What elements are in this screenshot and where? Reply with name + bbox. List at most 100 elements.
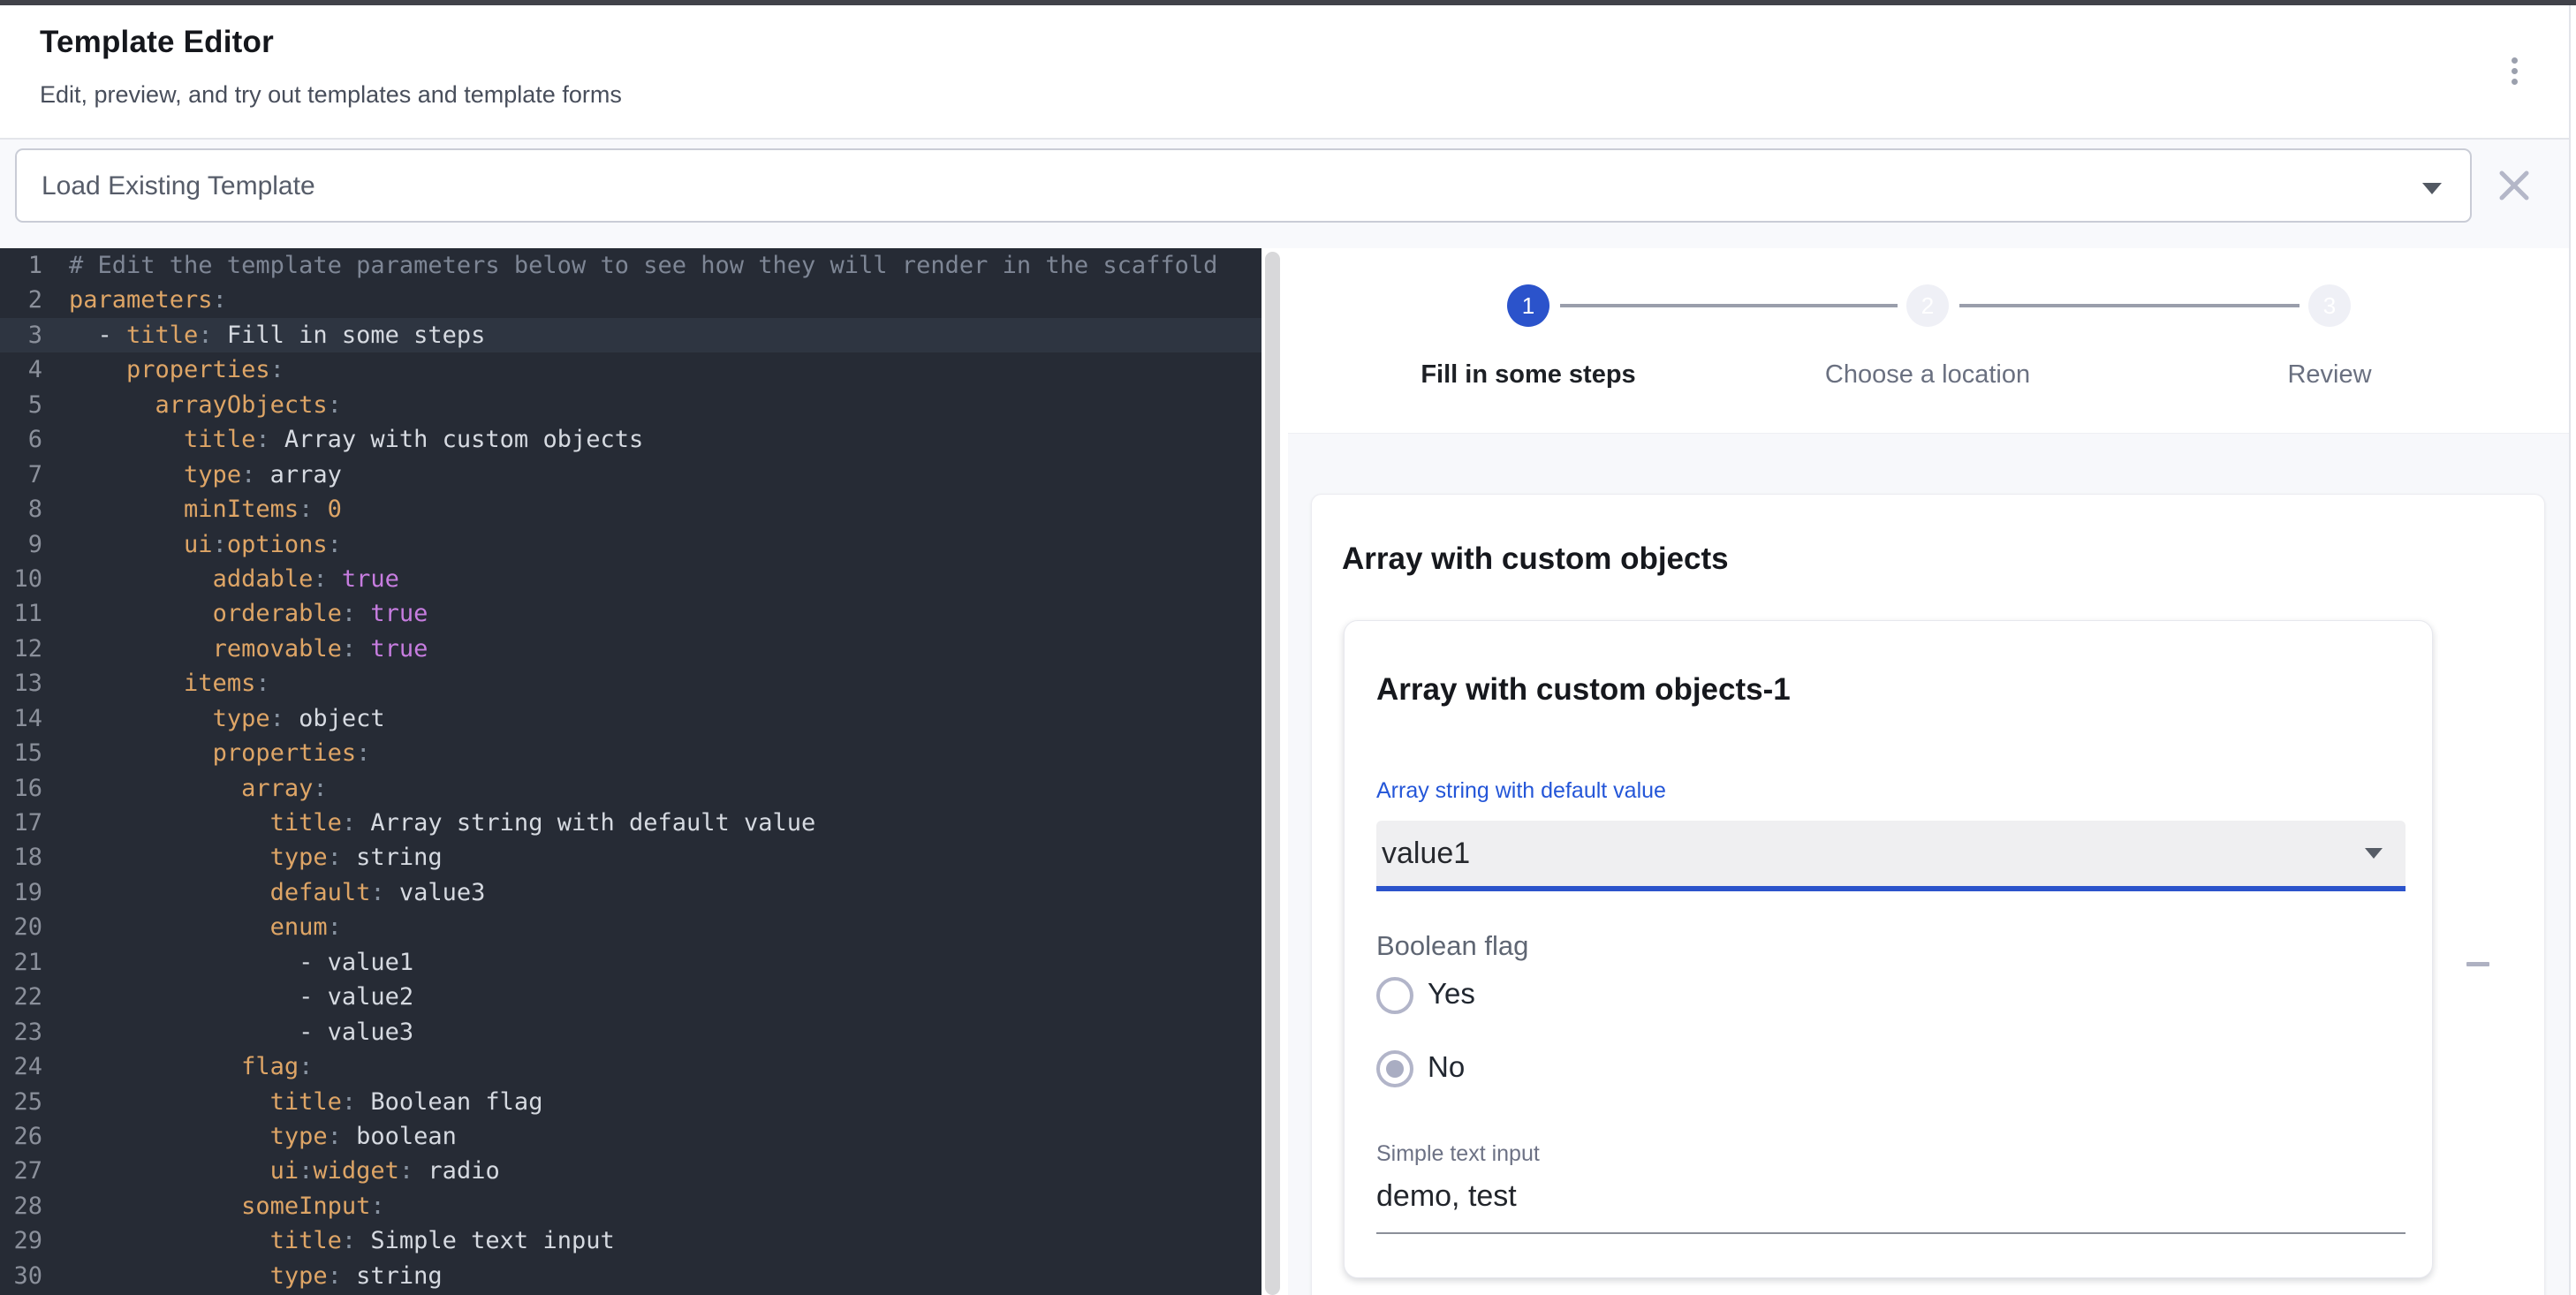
code-text: array:: [69, 771, 328, 806]
line-number: 14: [0, 701, 42, 736]
line-number: 22: [0, 980, 42, 1014]
array-string-select[interactable]: value1: [1376, 821, 2406, 891]
code-text: items:: [69, 666, 270, 701]
code-line-30[interactable]: 30 type: string: [0, 1259, 1261, 1293]
radio-yes-label: Yes: [1428, 977, 1475, 1011]
yaml-code-editor[interactable]: 1 # Edit the template parameters below to…: [0, 248, 1261, 1295]
code-text: - value3: [69, 1015, 413, 1049]
line-number: 26: [0, 1119, 42, 1154]
code-line-23[interactable]: 23 - value3: [0, 1015, 1261, 1049]
line-number: 9: [0, 527, 42, 562]
remove-array-item-button[interactable]: [2457, 943, 2499, 986]
line-number: 19: [0, 875, 42, 910]
code-text: # Edit the template parameters below to …: [69, 248, 1217, 283]
simple-text-input-label: Simple text input: [1376, 1141, 1540, 1167]
code-line-11[interactable]: 11 orderable: true: [0, 596, 1261, 631]
code-line-12[interactable]: 12 removable: true: [0, 632, 1261, 666]
code-text: - title: Fill in some steps: [69, 318, 485, 352]
code-line-14[interactable]: 14 type: object: [0, 701, 1261, 736]
code-line-28[interactable]: 28 someInput:: [0, 1189, 1261, 1223]
line-number: 23: [0, 1015, 42, 1049]
code-line-15[interactable]: 15 properties:: [0, 736, 1261, 770]
load-template-row: Load Existing Template: [0, 140, 2576, 248]
code-text: type: array: [69, 458, 342, 492]
step-circle-3: 3: [2308, 284, 2351, 327]
line-number: 2: [0, 283, 42, 317]
code-line-24[interactable]: 24 flag:: [0, 1049, 1261, 1084]
code-text: parameters:: [69, 283, 227, 317]
radio-unchecked-icon: [1376, 977, 1413, 1014]
code-text: ui:widget: radio: [69, 1154, 500, 1188]
load-existing-template-select[interactable]: Load Existing Template: [15, 148, 2472, 223]
code-text: type: boolean: [69, 1119, 457, 1154]
code-line-10[interactable]: 10 addable: true: [0, 562, 1261, 596]
code-text: title: Array with custom objects: [69, 422, 643, 457]
step-label-1: Fill in some steps: [1307, 360, 1749, 390]
code-line-18[interactable]: 18 type: string: [0, 840, 1261, 875]
line-number: 6: [0, 422, 42, 457]
line-number: 3: [0, 318, 42, 352]
pane-divider-handle[interactable]: [1265, 252, 1280, 1295]
stepper-section-background: [1288, 248, 2571, 433]
text-input-underline: [1376, 1232, 2406, 1234]
code-text: arrayObjects:: [69, 388, 342, 422]
code-line-26[interactable]: 26 type: boolean: [0, 1119, 1261, 1154]
code-line-27[interactable]: 27 ui:widget: radio: [0, 1154, 1261, 1188]
code-line-21[interactable]: 21 - value1: [0, 945, 1261, 980]
array-item-title: Array with custom objects-1: [1376, 672, 1791, 708]
code-line-3[interactable]: 3 - title: Fill in some steps: [0, 318, 1261, 352]
code-line-7[interactable]: 7 type: array: [0, 458, 1261, 492]
line-number: 16: [0, 771, 42, 806]
line-number: 7: [0, 458, 42, 492]
code-text: default: value3: [69, 875, 485, 910]
code-line-8[interactable]: 8 minItems: 0: [0, 492, 1261, 526]
code-text: title: Array string with default value: [69, 806, 815, 840]
select-caret-icon: [2365, 848, 2383, 859]
code-text: ui:options:: [69, 527, 342, 562]
code-line-5[interactable]: 5 arrayObjects:: [0, 388, 1261, 422]
code-line-25[interactable]: 25 title: Boolean flag: [0, 1085, 1261, 1119]
array-string-select-value: value1: [1382, 821, 1470, 886]
code-line-1[interactable]: 1 # Edit the template parameters below to…: [0, 248, 1261, 283]
step-circle-1: 1: [1507, 284, 1549, 327]
code-text: type: string: [69, 840, 443, 875]
minus-icon: [2466, 962, 2489, 966]
line-number: 20: [0, 910, 42, 944]
line-number: 8: [0, 492, 42, 526]
code-text: minItems: 0: [69, 492, 342, 526]
page-right-scroll-track[interactable]: [2569, 5, 2576, 1295]
line-number: 25: [0, 1085, 42, 1119]
radio-no-label: No: [1428, 1050, 1465, 1084]
code-text: title: Boolean flag: [69, 1085, 542, 1119]
code-line-9[interactable]: 9 ui:options:: [0, 527, 1261, 562]
code-line-2[interactable]: 2 parameters:: [0, 283, 1261, 317]
code-line-29[interactable]: 29 title: Simple text input: [0, 1223, 1261, 1258]
code-line-13[interactable]: 13 items:: [0, 666, 1261, 701]
code-line-17[interactable]: 17 title: Array string with default valu…: [0, 806, 1261, 840]
code-line-20[interactable]: 20 enum:: [0, 910, 1261, 944]
code-text: properties:: [69, 352, 284, 387]
more-options-kebab-icon[interactable]: [2493, 44, 2535, 97]
boolean-flag-label: Boolean flag: [1376, 930, 1528, 962]
clear-template-button[interactable]: [2491, 163, 2537, 208]
line-number: 13: [0, 666, 42, 701]
code-line-6[interactable]: 6 title: Array with custom objects: [0, 422, 1261, 457]
code-line-4[interactable]: 4 properties:: [0, 352, 1261, 387]
load-existing-template-placeholder: Load Existing Template: [42, 171, 315, 201]
simple-text-input[interactable]: demo, test: [1376, 1179, 1517, 1214]
form-step-card: Array with custom objects Array with cus…: [1311, 494, 2545, 1295]
line-number: 10: [0, 562, 42, 596]
close-icon: [2491, 163, 2537, 208]
line-number: 18: [0, 840, 42, 875]
code-line-22[interactable]: 22 - value2: [0, 980, 1261, 1014]
code-line-16[interactable]: 16 array:: [0, 771, 1261, 806]
line-number: 1: [0, 248, 42, 283]
code-text: flag:: [69, 1049, 313, 1084]
line-number: 30: [0, 1259, 42, 1293]
line-number: 4: [0, 352, 42, 387]
code-text: removable: true: [69, 632, 428, 666]
line-number: 11: [0, 596, 42, 631]
code-line-19[interactable]: 19 default: value3: [0, 875, 1261, 910]
line-number: 29: [0, 1223, 42, 1258]
array-item-card: Array with custom objects-1 Array string…: [1344, 620, 2433, 1278]
